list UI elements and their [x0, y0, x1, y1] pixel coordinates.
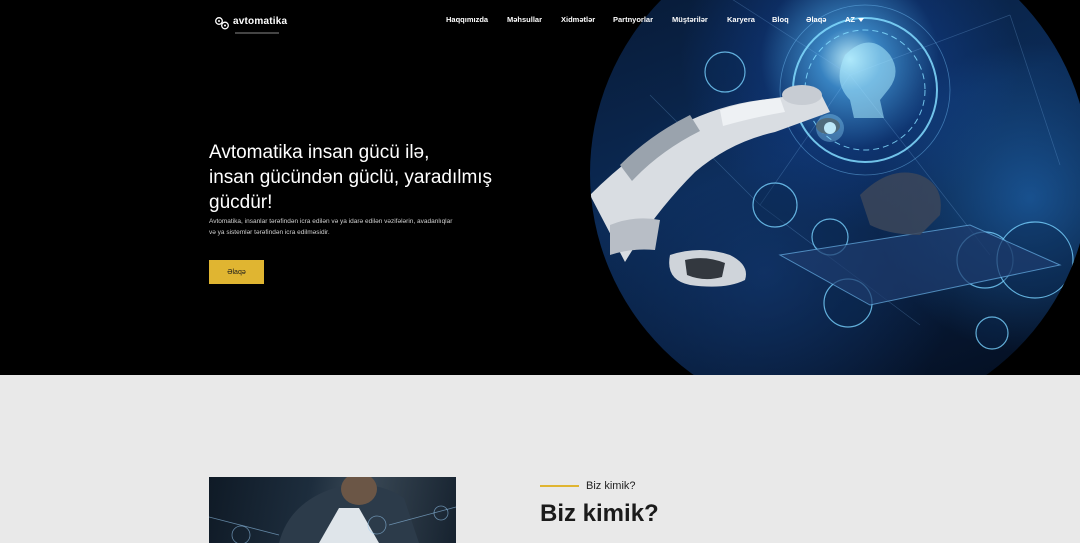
brand-logo[interactable]: avtomatika: [214, 11, 287, 34]
nav-item-mehsullar[interactable]: Məhsullar: [507, 15, 542, 24]
nav-item-haqqimizda[interactable]: Haqqımızda: [446, 15, 488, 24]
hero-headline: Avtomatika insan gücü ilə, insan gücündə…: [209, 140, 539, 215]
hero-description-line: Avtomatika, insanlar tərəfindən icra edi…: [209, 218, 453, 225]
top-navigation: avtomatika Haqqımızda Məhsullar Xidmətlə…: [0, 0, 1080, 40]
contact-button[interactable]: Əlaqə: [209, 260, 264, 284]
caret-down-icon: [858, 18, 864, 22]
eyebrow-accent-line: [540, 485, 579, 487]
nav-item-karyera[interactable]: Karyera: [727, 15, 755, 24]
nav-item-elaqe[interactable]: Əlaqə: [806, 15, 826, 24]
nav-item-bloq[interactable]: Bloq: [772, 15, 789, 24]
nav-item-xidmetler[interactable]: Xidmətlər: [561, 15, 595, 24]
language-label: AZ: [845, 15, 855, 24]
about-title: Biz kimik?: [540, 500, 659, 527]
nav-item-partnyorlar[interactable]: Partnyorlar: [613, 15, 653, 24]
nav-item-musteriler[interactable]: Müştərilər: [672, 15, 708, 24]
hero-section: avtomatika Haqqımızda Məhsullar Xidmətlə…: [0, 0, 1080, 422]
about-eyebrow-text: Biz kimik?: [586, 480, 636, 492]
hero-artwork-svg: [590, 0, 1074, 350]
hero-headline-line: gücdür!: [209, 192, 273, 213]
hero-headline-line: insan gücündən güclü, yaradılmış: [209, 167, 493, 188]
hero-headline-line: Avtomatika insan gücü ilə,: [209, 142, 430, 163]
gears-icon: [215, 16, 229, 29]
about-eyebrow: Biz kimik?: [540, 480, 636, 492]
language-selector[interactable]: AZ: [845, 15, 864, 24]
about-photo-svg: [209, 477, 456, 543]
brand-logo-text: avtomatika: [233, 16, 288, 27]
hero-description-line: və ya sistemlər tərəfindən icra edilməsi…: [209, 229, 330, 236]
brand-logo-underline: [235, 32, 279, 34]
hero-description: Avtomatika, insanlar tərəfindən icra edi…: [209, 216, 539, 238]
hero-image: [590, 0, 1080, 422]
about-image: [209, 477, 456, 543]
